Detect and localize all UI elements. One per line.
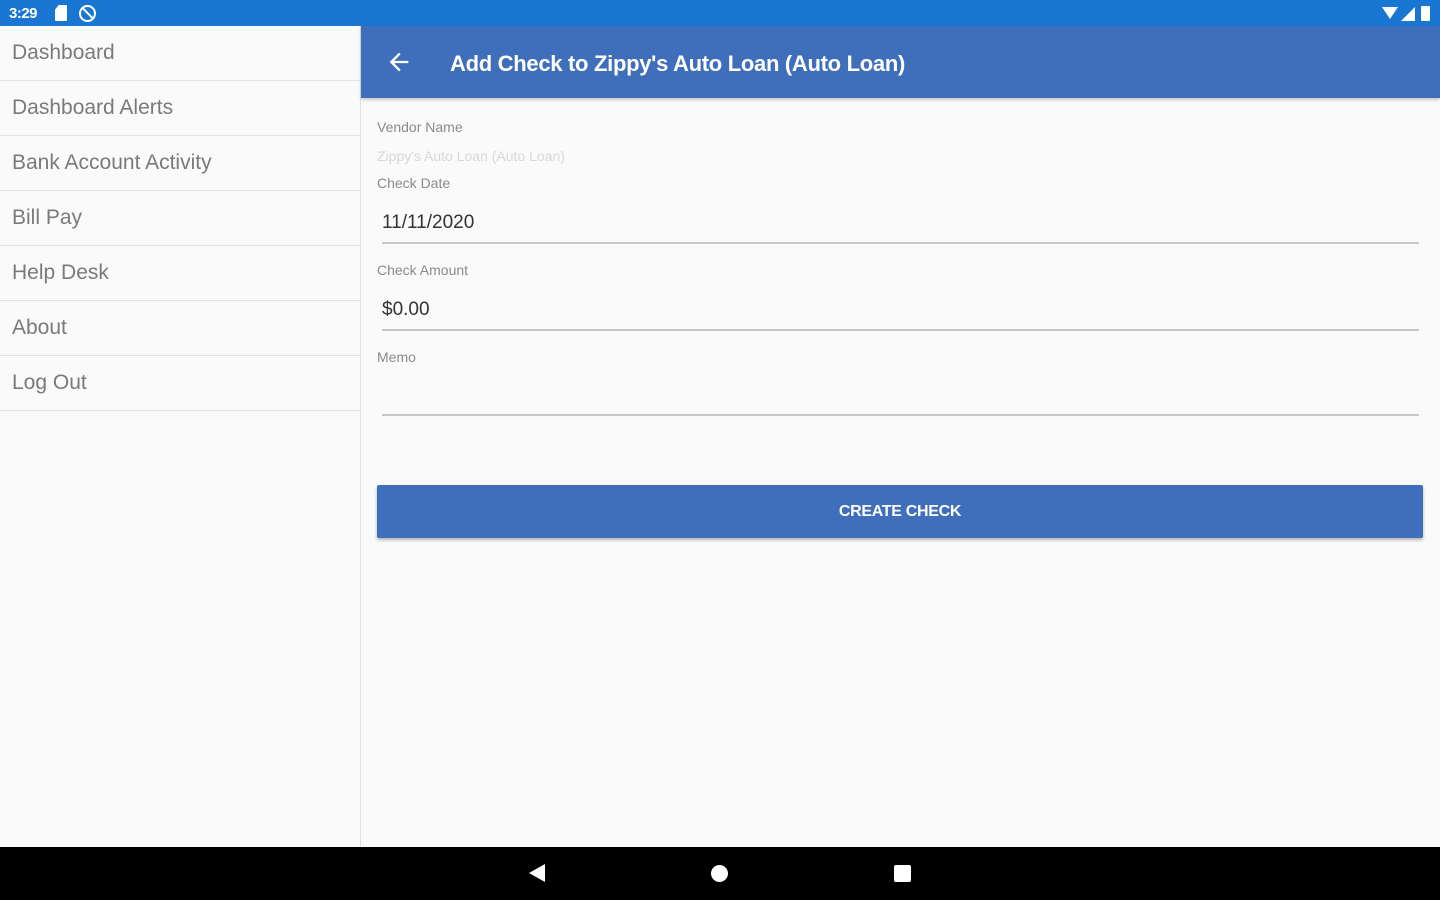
create-check-button[interactable]: CREATE CHECK — [377, 485, 1423, 538]
signal-icon — [1401, 7, 1415, 21]
drawer-item-bank-account-activity[interactable]: Bank Account Activity — [0, 136, 360, 191]
nav-recents-icon[interactable] — [894, 865, 911, 882]
memo-field[interactable] — [382, 380, 1419, 416]
status-bar: 3:29 — [0, 0, 1440, 26]
drawer-item-about[interactable]: About — [0, 301, 360, 356]
page-title: Add Check to Zippy's Auto Loan (Auto Loa… — [450, 51, 905, 76]
nav-home-icon[interactable] — [711, 865, 728, 882]
system-nav-bar — [0, 847, 1440, 900]
vendor-name-value: Zippy's Auto Loan (Auto Loan) — [377, 148, 565, 164]
drawer-item-bill-pay[interactable]: Bill Pay — [0, 191, 360, 246]
do-not-disturb-icon — [79, 5, 96, 22]
check-date-field[interactable] — [382, 208, 1419, 244]
wifi-icon — [1382, 7, 1398, 19]
sd-card-icon — [55, 5, 67, 21]
check-amount-field[interactable] — [382, 295, 1419, 331]
check-date-label: Check Date — [377, 175, 451, 191]
drawer-item-dashboard[interactable]: Dashboard — [0, 26, 360, 81]
battery-icon — [1421, 6, 1430, 21]
app-bar: Add Check to Zippy's Auto Loan (Auto Loa… — [361, 26, 1440, 98]
navigation-drawer: Dashboard Dashboard Alerts Bank Account … — [0, 26, 361, 847]
memo-label: Memo — [377, 349, 416, 365]
vendor-name-label: Vendor Name — [377, 119, 463, 135]
arrow-back-icon — [389, 52, 409, 72]
status-time: 3:29 — [9, 5, 38, 22]
nav-back-icon[interactable] — [529, 864, 545, 882]
back-button[interactable] — [385, 48, 413, 76]
drawer-item-log-out[interactable]: Log Out — [0, 356, 360, 411]
drawer-item-help-desk[interactable]: Help Desk — [0, 246, 360, 301]
check-amount-label: Check Amount — [377, 262, 469, 278]
drawer-item-dashboard-alerts[interactable]: Dashboard Alerts — [0, 81, 360, 136]
